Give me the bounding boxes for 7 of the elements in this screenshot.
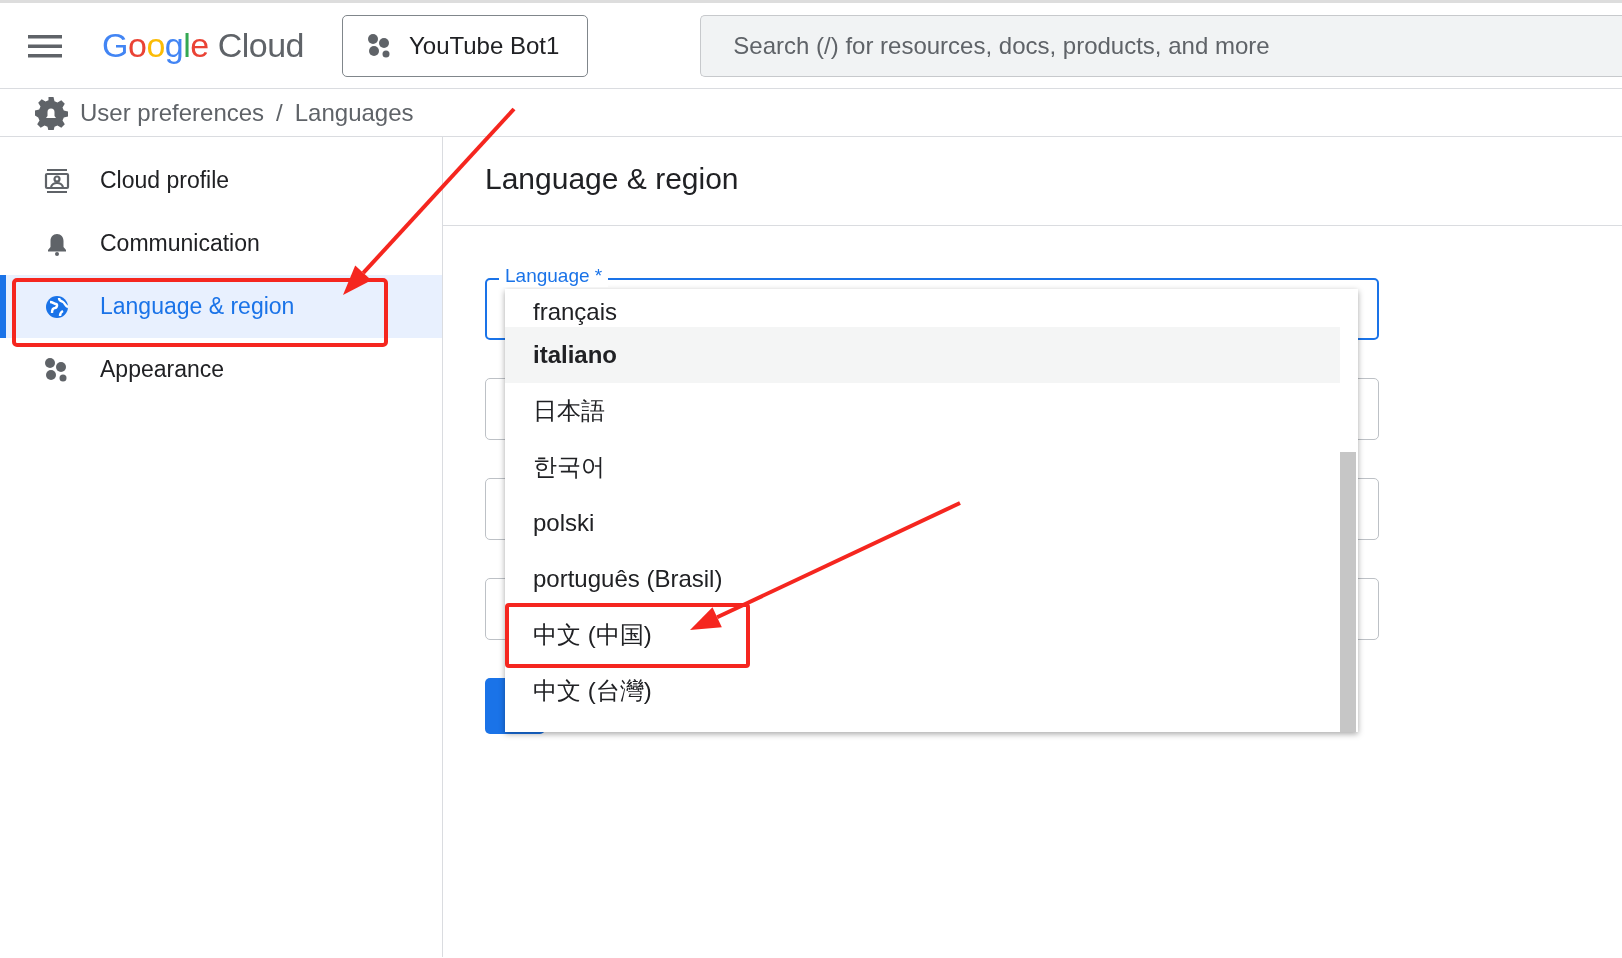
page-title: Language & region (443, 137, 1622, 226)
sidebar-label: Communication (100, 229, 260, 259)
sidebar-label: Cloud profile (100, 166, 230, 196)
sidebar-label: Appearance (100, 355, 225, 385)
sidebar-label: Language & region (100, 292, 295, 322)
breadcrumb-separator: / (276, 97, 283, 128)
field-label: Language * (499, 266, 609, 287)
